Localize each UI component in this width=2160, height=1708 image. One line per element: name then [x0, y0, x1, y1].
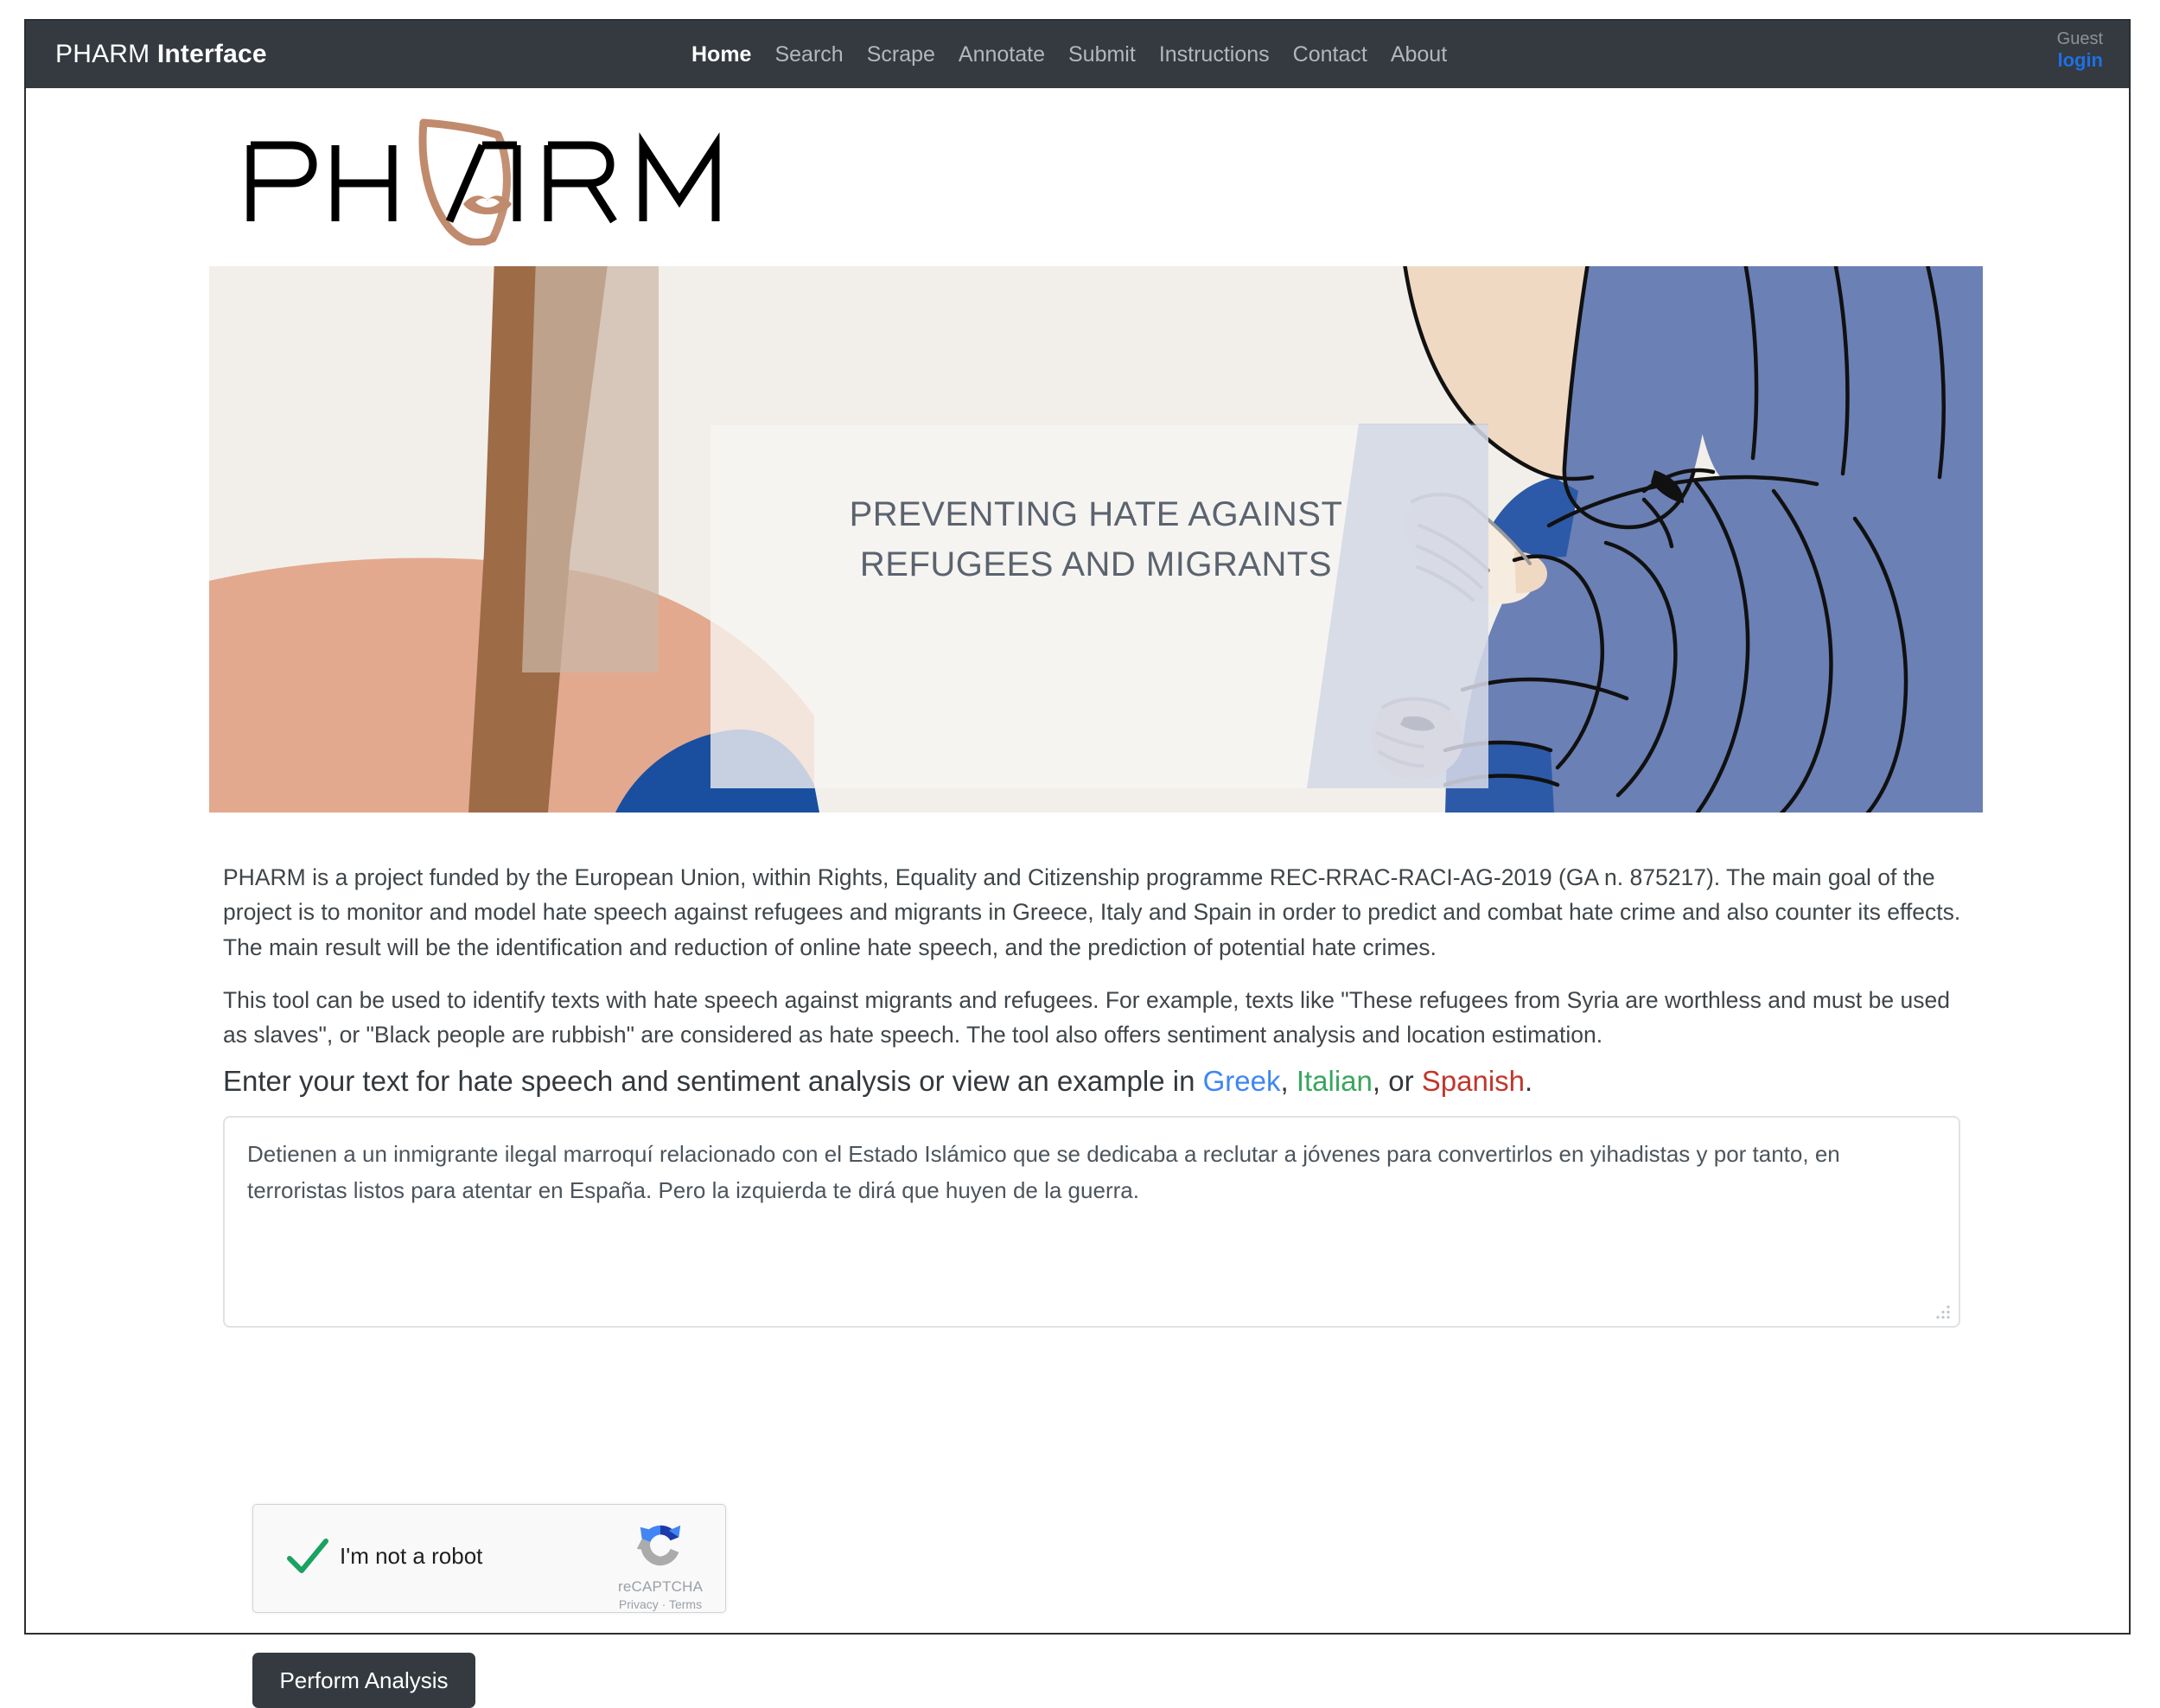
example-link-italian[interactable]: Italian	[1297, 1065, 1373, 1097]
example-link-spanish[interactable]: Spanish	[1422, 1065, 1525, 1097]
analysis-text-input[interactable]	[223, 1116, 1960, 1328]
text-input-wrapper	[223, 1116, 1960, 1328]
perform-analysis-button[interactable]: Perform Analysis	[252, 1653, 475, 1708]
brand-title-suffix: Interface	[156, 40, 267, 68]
example-link-greek[interactable]: Greek	[1203, 1065, 1281, 1097]
login-link[interactable]: login	[2057, 49, 2103, 71]
nav-item-about[interactable]: About	[1391, 42, 1447, 67]
intro-paragraph-tool: This tool can be used to identify texts …	[223, 986, 1950, 1048]
shape-tan-overlay	[522, 266, 659, 672]
nav-item-annotate[interactable]: Annotate	[959, 42, 1045, 67]
heading-separator-1: ,	[1280, 1065, 1297, 1097]
analysis-heading: Enter your text for hate speech and sent…	[223, 1063, 1962, 1100]
recaptcha-label: I'm not a robot	[340, 1543, 483, 1569]
nav-item-contact[interactable]: Contact	[1293, 42, 1367, 67]
brand-title-prefix: PHARM	[55, 40, 157, 68]
nav-item-submit[interactable]: Submit	[1068, 42, 1136, 67]
intro-paragraph-project: PHARM is a project funded by the Europea…	[223, 864, 1961, 960]
checkmark-icon[interactable]	[284, 1534, 331, 1581]
browser-page-frame: PHARM Interface Home Search Scrape Annot…	[24, 19, 2131, 1708]
analysis-heading-prefix: Enter your text for hate speech and sent…	[223, 1065, 1203, 1097]
recaptcha-icon	[636, 1525, 681, 1566]
brand-title[interactable]: PHARM Interface	[55, 21, 267, 88]
heading-separator-2: , or	[1372, 1065, 1422, 1097]
user-account-box: Guest login	[2057, 29, 2103, 71]
nav-item-scrape[interactable]: Scrape	[867, 42, 935, 67]
top-navigation-bar: PHARM Interface Home Search Scrape Annot…	[26, 21, 2129, 88]
heading-suffix: .	[1525, 1065, 1533, 1097]
recaptcha-widget[interactable]: I'm not a robot reCAPTCHA Privacy · Term…	[252, 1504, 726, 1613]
recaptcha-legal-text[interactable]: Privacy · Terms	[618, 1597, 703, 1611]
user-name-label: Guest	[2056, 29, 2103, 48]
banner-illustration	[209, 266, 1983, 813]
nav-item-home[interactable]: Home	[691, 42, 751, 67]
recaptcha-brand-text: reCAPTCHA	[618, 1578, 704, 1595]
nav-item-instructions[interactable]: Instructions	[1159, 42, 1270, 67]
nav-item-search[interactable]: Search	[774, 42, 843, 67]
recaptcha-branding: reCAPTCHA Privacy · Terms	[618, 1519, 703, 1611]
nav-links: Home Search Scrape Annotate Submit Instr…	[691, 21, 1447, 88]
hero-banner: PREVENTING HATE AGAINST REFUGEES AND MIG…	[209, 266, 1983, 813]
pharm-logo	[223, 107, 776, 245]
